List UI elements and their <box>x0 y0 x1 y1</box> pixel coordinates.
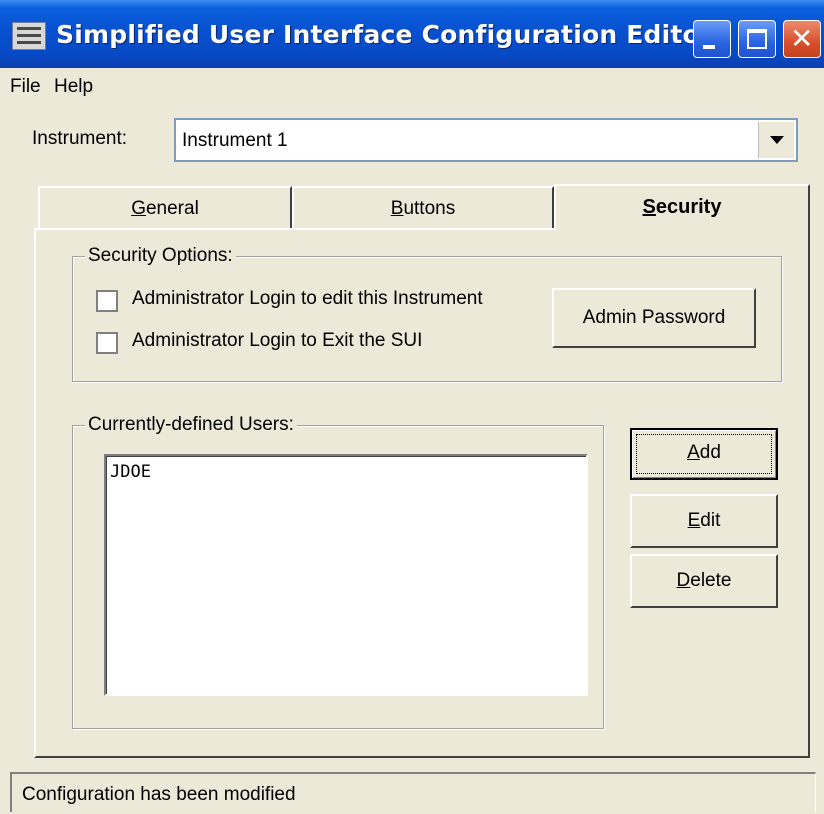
tab-general-label: eneral <box>145 198 199 219</box>
tab-general[interactable]: General <box>38 186 292 228</box>
tab-security-label: ecurity <box>655 196 722 218</box>
delete-user-button[interactable]: Delete <box>630 554 778 608</box>
list-item[interactable]: JDOE <box>110 462 151 482</box>
admin-login-edit-checkbox[interactable] <box>96 290 118 312</box>
minimize-button[interactable] <box>693 20 731 58</box>
window-title: Simplified User Interface Configuration … <box>56 20 713 49</box>
tab-buttons-label: uttons <box>403 198 456 219</box>
instrument-label: Instrument: <box>32 128 128 149</box>
security-options-legend: Security Options: <box>85 245 236 267</box>
main-window: Simplified User Interface Configuration … <box>0 0 824 814</box>
focus-rectangle <box>636 434 772 474</box>
admin-password-button[interactable]: Admin Password <box>552 288 756 348</box>
menu-file[interactable]: File <box>10 76 41 98</box>
status-text: Configuration has been modified <box>22 784 296 805</box>
window-menu-icon[interactable] <box>12 22 46 50</box>
tab-security-mnemonic: S <box>642 196 656 218</box>
maximize-icon <box>747 29 767 49</box>
close-icon: ✕ <box>790 22 814 55</box>
title-bar[interactable]: Simplified User Interface Configuration … <box>0 0 824 68</box>
admin-login-exit-label: Administrator Login to Exit the SUI <box>132 330 423 351</box>
menu-bar: File Help <box>0 68 824 106</box>
edit-user-button[interactable]: Edit <box>630 494 778 548</box>
edit-button-mnemonic: E <box>687 510 701 531</box>
admin-login-exit-checkbox[interactable] <box>96 332 118 354</box>
tab-general-mnemonic: G <box>131 198 146 219</box>
minimize-icon <box>703 45 715 49</box>
tab-buttons[interactable]: Buttons <box>292 186 554 228</box>
status-bar: Configuration has been modified <box>10 772 816 812</box>
users-legend: Currently-defined Users: <box>85 414 297 436</box>
maximize-button[interactable] <box>738 20 776 58</box>
close-button[interactable]: ✕ <box>783 20 821 58</box>
chevron-down-icon[interactable] <box>758 122 794 158</box>
edit-button-label: dit <box>700 510 721 531</box>
delete-button-label: elete <box>690 570 732 591</box>
admin-login-edit-label: Administrator Login to edit this Instrum… <box>132 288 483 309</box>
tab-security[interactable]: Security <box>554 184 810 230</box>
tab-buttons-mnemonic: B <box>390 198 404 219</box>
menu-help[interactable]: Help <box>54 76 93 98</box>
instrument-select[interactable]: Instrument 1 <box>174 118 798 162</box>
users-listbox[interactable]: JDOE <box>104 454 588 696</box>
add-user-button[interactable]: Add <box>630 428 778 480</box>
instrument-select-value: Instrument 1 <box>182 130 288 151</box>
delete-button-mnemonic: D <box>676 570 691 591</box>
